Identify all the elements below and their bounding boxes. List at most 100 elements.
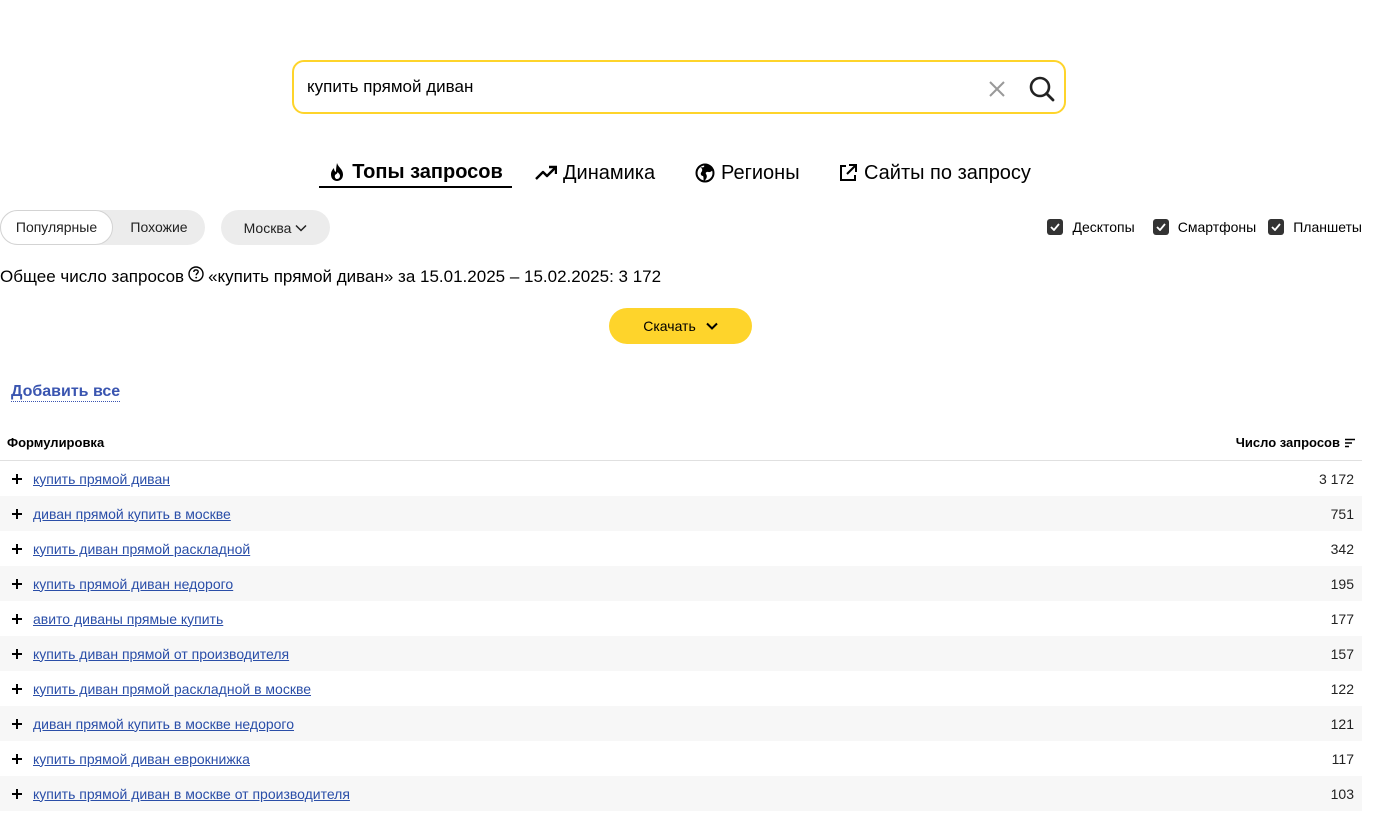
query-count: 117 [1331, 750, 1354, 767]
tab-tops[interactable]: Топы запросов [319, 158, 512, 188]
search-input[interactable] [307, 72, 967, 102]
results-table: Формулировка Число запросов купить прямо… [0, 425, 1362, 811]
region-select[interactable]: Москва [221, 210, 330, 245]
plus-icon[interactable] [11, 753, 23, 765]
phrase-link[interactable]: купить прямой диван еврокнижка [33, 751, 250, 767]
check-icon [1271, 223, 1281, 231]
table-header: Формулировка Число запросов [0, 425, 1362, 461]
table-row: купить прямой диван 3 172 [0, 461, 1362, 496]
table-row: купить диван прямой раскладной в москве 1… [0, 671, 1362, 706]
query-count: 103 [1330, 785, 1354, 802]
fire-icon [331, 163, 344, 181]
external-link-icon [840, 164, 857, 181]
mode-similar[interactable]: Похожие [113, 210, 205, 245]
plus-icon[interactable] [11, 473, 23, 485]
tabs: Топы запросов Динамика Регионы Сайты по … [0, 158, 1385, 190]
plus-icon[interactable] [11, 648, 23, 660]
help-icon[interactable] [188, 266, 204, 287]
row-left: диван прямой купить в москве [0, 506, 231, 522]
tab-label: Сайты по запросу [864, 161, 1031, 184]
tab-label: Регионы [721, 161, 800, 184]
row-left: купить прямой диван в москве от производ… [0, 786, 350, 802]
column-count-label: Число запросов [1235, 435, 1340, 450]
table-row: купить диван прямой раскладной 342 [0, 531, 1362, 566]
device-label: Десктопы [1072, 219, 1135, 235]
query-count: 3 172 [1318, 470, 1354, 487]
mode-popular[interactable]: Популярные [0, 210, 113, 245]
mode-switch: Популярные Похожие [0, 210, 205, 245]
table-row: купить диван прямой от производителя 157 [0, 636, 1362, 671]
tab-label: Топы запросов [352, 160, 503, 183]
phrase-link[interactable]: купить диван прямой раскладной [33, 541, 250, 557]
phrase-link[interactable]: авито диваны прямые купить [33, 611, 223, 627]
device-smartphone[interactable]: Смартфоны [1152, 219, 1257, 235]
trend-up-icon [535, 165, 557, 180]
plus-icon[interactable] [11, 788, 23, 800]
phrase-link[interactable]: купить прямой диван недорого [33, 576, 233, 592]
check-icon [1050, 223, 1061, 231]
table-row: авито диваны прямые купить 177 [0, 601, 1362, 636]
chevron-down-icon [706, 322, 718, 330]
sort-icon [1345, 438, 1355, 447]
table-body: купить прямой диван 3 172 диван прямой куп… [0, 461, 1362, 811]
table-row: диван прямой купить в москве недорого 121 [0, 706, 1362, 741]
table-row: диван прямой купить в москве 751 [0, 496, 1362, 531]
check-icon [1156, 223, 1166, 231]
tab-dynamics[interactable]: Динамика [535, 158, 655, 188]
checkbox[interactable] [1268, 219, 1285, 235]
row-left: купить диван прямой раскладной [0, 541, 250, 557]
checkbox[interactable] [1152, 219, 1169, 235]
query-count: 122 [1330, 680, 1354, 697]
phrase-link[interactable]: диван прямой купить в москве [33, 506, 231, 522]
column-count-header[interactable]: Число запросов [1236, 435, 1362, 450]
summary-text: «купить прямой диван» за 15.01.2025 – 15… [208, 266, 662, 286]
search-icon[interactable] [1028, 75, 1056, 103]
column-phrase-header: Формулировка [7, 435, 105, 450]
query-count: 121 [1330, 715, 1354, 732]
device-desktop[interactable]: Десктопы [1047, 219, 1135, 235]
region-label: Москва [243, 219, 292, 236]
plus-icon[interactable] [11, 718, 23, 730]
tab-regions[interactable]: Регионы [695, 158, 800, 188]
device-filters: Десктопы Смартфоны Планшеты [1035, 219, 1362, 235]
download-label: Скачать [643, 318, 696, 334]
table-row: купить прямой диван недорого 195 [0, 566, 1362, 601]
row-left: купить прямой диван недорого [0, 576, 233, 592]
row-left: купить диван прямой от производителя [0, 646, 289, 662]
globe-icon [695, 163, 715, 183]
plus-icon[interactable] [11, 683, 23, 695]
query-count: 177 [1330, 610, 1354, 627]
phrase-link[interactable]: купить прямой диван в москве от производ… [33, 786, 350, 802]
row-left: купить прямой диван [0, 471, 170, 487]
row-left: купить прямой диван еврокнижка [0, 751, 250, 767]
tab-label: Динамика [563, 161, 656, 184]
device-label: Смартфоны [1177, 219, 1257, 235]
chevron-down-icon [295, 224, 307, 232]
phrase-link[interactable]: купить диван прямой от производителя [33, 646, 289, 662]
phrase-link[interactable]: купить прямой диван [33, 471, 170, 487]
add-all-link[interactable]: Добавить все [11, 383, 121, 402]
device-label: Планшеты [1293, 219, 1362, 235]
query-count: 195 [1330, 575, 1354, 592]
plus-icon[interactable] [11, 578, 23, 590]
plus-icon[interactable] [11, 543, 23, 555]
close-icon[interactable] [987, 79, 1007, 99]
row-left: авито диваны прямые купить [0, 611, 223, 627]
row-left: купить диван прямой раскладной в москве [0, 681, 311, 697]
plus-icon[interactable] [11, 508, 23, 520]
query-count: 342 [1330, 540, 1354, 557]
row-left: диван прямой купить в москве недорого [0, 716, 294, 732]
plus-icon[interactable] [11, 613, 23, 625]
query-count: 157 [1330, 645, 1354, 662]
table-row: купить прямой диван в москве от производ… [0, 776, 1362, 811]
search-box[interactable] [292, 60, 1066, 114]
summary-prefix: Общее число запросов [0, 266, 185, 286]
device-tablet[interactable]: Планшеты [1268, 219, 1362, 235]
phrase-link[interactable]: купить диван прямой раскладной в москве [33, 681, 311, 697]
download-button[interactable]: Скачать [609, 308, 752, 344]
tab-sites[interactable]: Сайты по запросу [838, 158, 1031, 188]
checkbox[interactable] [1047, 219, 1064, 235]
total-summary: Общее число запросов «купить прямой дива… [0, 266, 661, 287]
phrase-link[interactable]: диван прямой купить в москве недорого [33, 716, 294, 732]
query-count: 751 [1330, 505, 1354, 522]
